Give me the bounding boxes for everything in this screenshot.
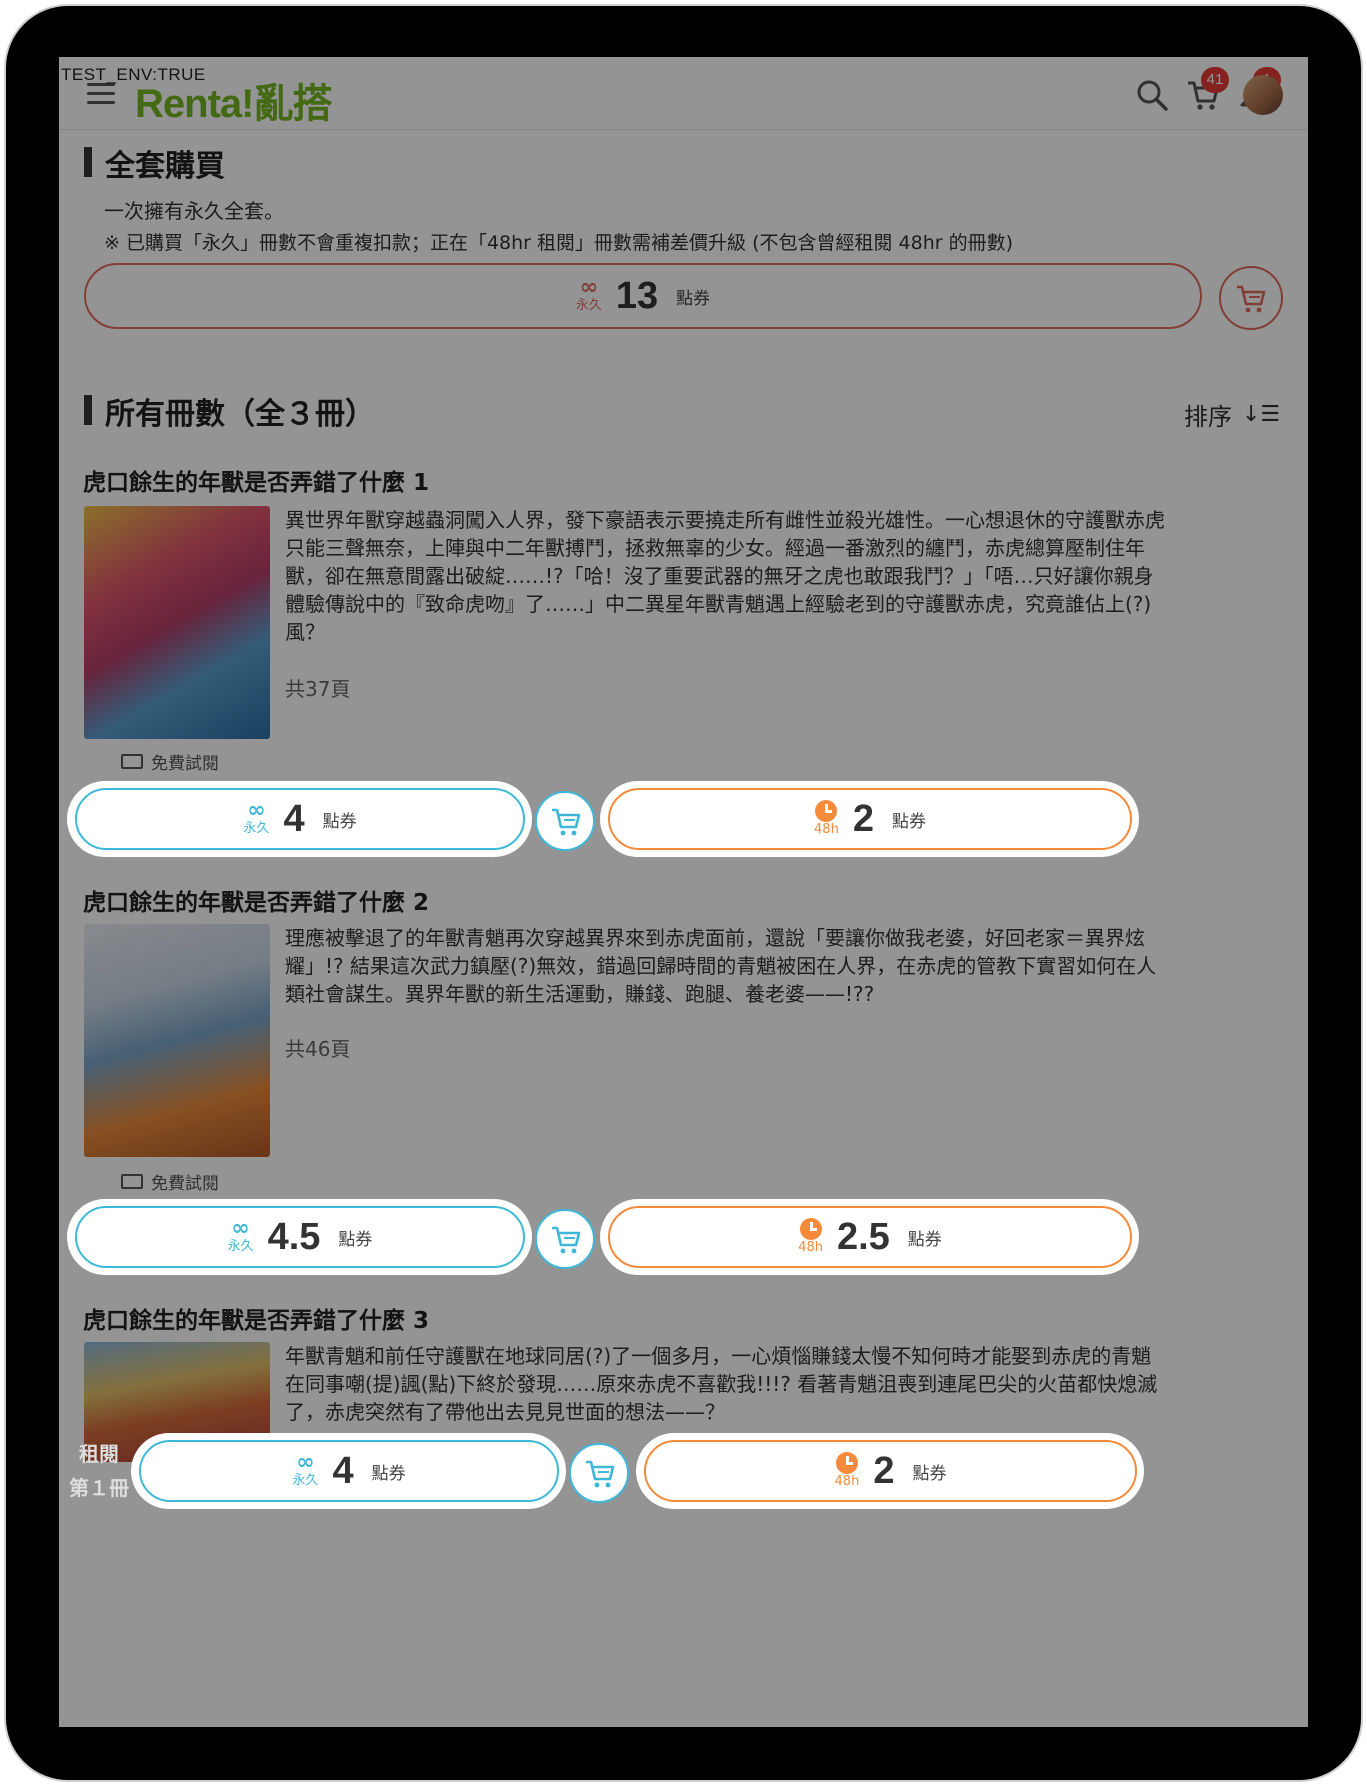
volume-2-pages: 共46頁: [285, 1037, 351, 1061]
volume-1-permanent-buy-button[interactable]: ∞ 永久 4 點券: [75, 788, 525, 850]
avatar[interactable]: [1243, 75, 1283, 115]
permanent-label: 永久: [243, 821, 270, 836]
full-set-desc-1: 一次擁有永久全套。: [104, 199, 284, 223]
permanent-price: 4: [283, 797, 305, 840]
full-set-price: 13: [615, 274, 659, 317]
volume-2-cover[interactable]: [84, 924, 270, 1157]
points-unit: 點券: [338, 1229, 373, 1250]
permanent-price: 4: [332, 1449, 354, 1492]
rental-label-line1: 租閱: [79, 1442, 119, 1466]
points-unit: 點券: [912, 1463, 947, 1484]
book-icon: [121, 1174, 143, 1189]
volume-2-permanent-buy-button[interactable]: ∞ 永久 4.5 點券: [75, 1206, 525, 1268]
sort-icon: ↓☰: [1242, 402, 1281, 427]
rental-price: 2.5: [836, 1215, 890, 1258]
volume-2-rental-button[interactable]: 48h 2.5 點券: [608, 1206, 1132, 1268]
book-icon: [121, 754, 143, 769]
volume-1-description: 異世界年獸穿越蟲洞闖入人界，發下豪語表示要撓走所有雌性並殺光雄性。一心想退休的守…: [285, 508, 1165, 644]
full-set-title: 全套購買: [105, 149, 225, 184]
rental-price: 2: [852, 797, 874, 840]
infinity-icon: ∞: [296, 1450, 315, 1475]
volume-3-description: 年獸青魈和前任守護獸在地球同居(?)了一個多月，一心煩惱賺錢太慢不知何時才能娶到…: [285, 1344, 1158, 1424]
volume-1-title[interactable]: 虎口餘生的年獸是否弄錯了什麼 1: [83, 463, 429, 497]
full-set-cart-button[interactable]: [1219, 266, 1283, 330]
volume-2-cart-button[interactable]: [535, 1209, 595, 1269]
app-screen: Renta!亂搭 TEST_ENV:TRUE 41 全套購買 一次擁有永久全套。…: [59, 57, 1308, 1727]
menu-icon[interactable]: [87, 83, 115, 105]
bottom-permanent-buy-button[interactable]: ∞ 永久 4 點券: [139, 1440, 559, 1502]
cart-icon: [552, 1226, 581, 1254]
infinity-icon: ∞: [247, 798, 266, 823]
volume-1-pages: 共37頁: [285, 677, 351, 701]
infinity-icon: ∞: [579, 275, 599, 300]
volume-2-title[interactable]: 虎口餘生的年獸是否弄錯了什麼 2: [83, 883, 429, 917]
bottom-cart-button[interactable]: [569, 1443, 629, 1503]
rental-label: 48h: [834, 1474, 860, 1489]
cart-icon: [586, 1460, 615, 1488]
cart-icon: [1237, 285, 1266, 313]
trial-label: 免費試閱: [151, 754, 219, 774]
volume-2-description: 理應被擊退了的年獸青魈再次穿越異界來到赤虎面前，還說「要讓你做我老婆，好回老家＝…: [285, 926, 1157, 1006]
permanent-price: 4.5: [267, 1215, 321, 1258]
volume-1-cover[interactable]: [84, 506, 270, 739]
rental-label: 48h: [814, 822, 839, 837]
clock-icon: [835, 1452, 858, 1474]
points-unit: 點券: [891, 811, 926, 832]
full-set-desc-2: ※ 已購買「永久」冊數不會重複扣款；正在「48hr 租閱」冊數需補差價升級 (不…: [104, 232, 1014, 254]
points-unit: 點券: [322, 811, 357, 832]
volumes-title: 所有冊數（全３冊）: [105, 397, 375, 432]
test-env-label: TEST_ENV:TRUE: [61, 65, 206, 84]
points-unit: 點券: [371, 1463, 406, 1484]
section-marker: [84, 395, 92, 425]
volume-2-trial-link[interactable]: 免費試閱: [121, 1169, 219, 1194]
points-unit: 點券: [907, 1229, 942, 1250]
infinity-icon: ∞: [231, 1216, 250, 1241]
clock-icon: [815, 800, 838, 822]
sort-label: 排序: [1184, 403, 1232, 431]
permanent-label: 永久: [227, 1239, 254, 1254]
permanent-label: 永久: [292, 1473, 319, 1488]
rental-label-line2: 第１冊: [69, 1476, 129, 1500]
search-icon[interactable]: [1134, 77, 1170, 113]
clock-icon: [799, 1218, 822, 1240]
full-set-buy-button[interactable]: ∞ 永久 13 點券: [84, 263, 1202, 329]
volume-3-title[interactable]: 虎口餘生的年獸是否弄錯了什麼 3: [83, 1301, 429, 1335]
tablet-frame: Renta!亂搭 TEST_ENV:TRUE 41 全套購買 一次擁有永久全套。…: [0, 0, 1367, 1786]
volume-1-rental-button[interactable]: 48h 2 點券: [608, 788, 1132, 850]
trial-label: 免費試閱: [151, 1174, 219, 1194]
rental-price: 2: [873, 1449, 895, 1492]
volume-1-cart-button[interactable]: [535, 791, 595, 851]
rental-label: 48h: [798, 1240, 823, 1255]
cart-icon: [552, 808, 581, 836]
volume-1-trial-link[interactable]: 免費試閱: [121, 749, 219, 774]
top-bar: Renta!亂搭 TEST_ENV:TRUE 41: [59, 57, 1308, 130]
bottom-rental-label: 租閱 第１冊: [61, 1437, 137, 1505]
section-marker: [84, 147, 92, 177]
permanent-label: 永久: [575, 298, 602, 313]
bottom-rental-button[interactable]: 48h 2 點券: [644, 1440, 1137, 1502]
sort-button[interactable]: 排序 ↓☰: [1184, 397, 1280, 432]
points-unit: 點券: [676, 288, 711, 309]
